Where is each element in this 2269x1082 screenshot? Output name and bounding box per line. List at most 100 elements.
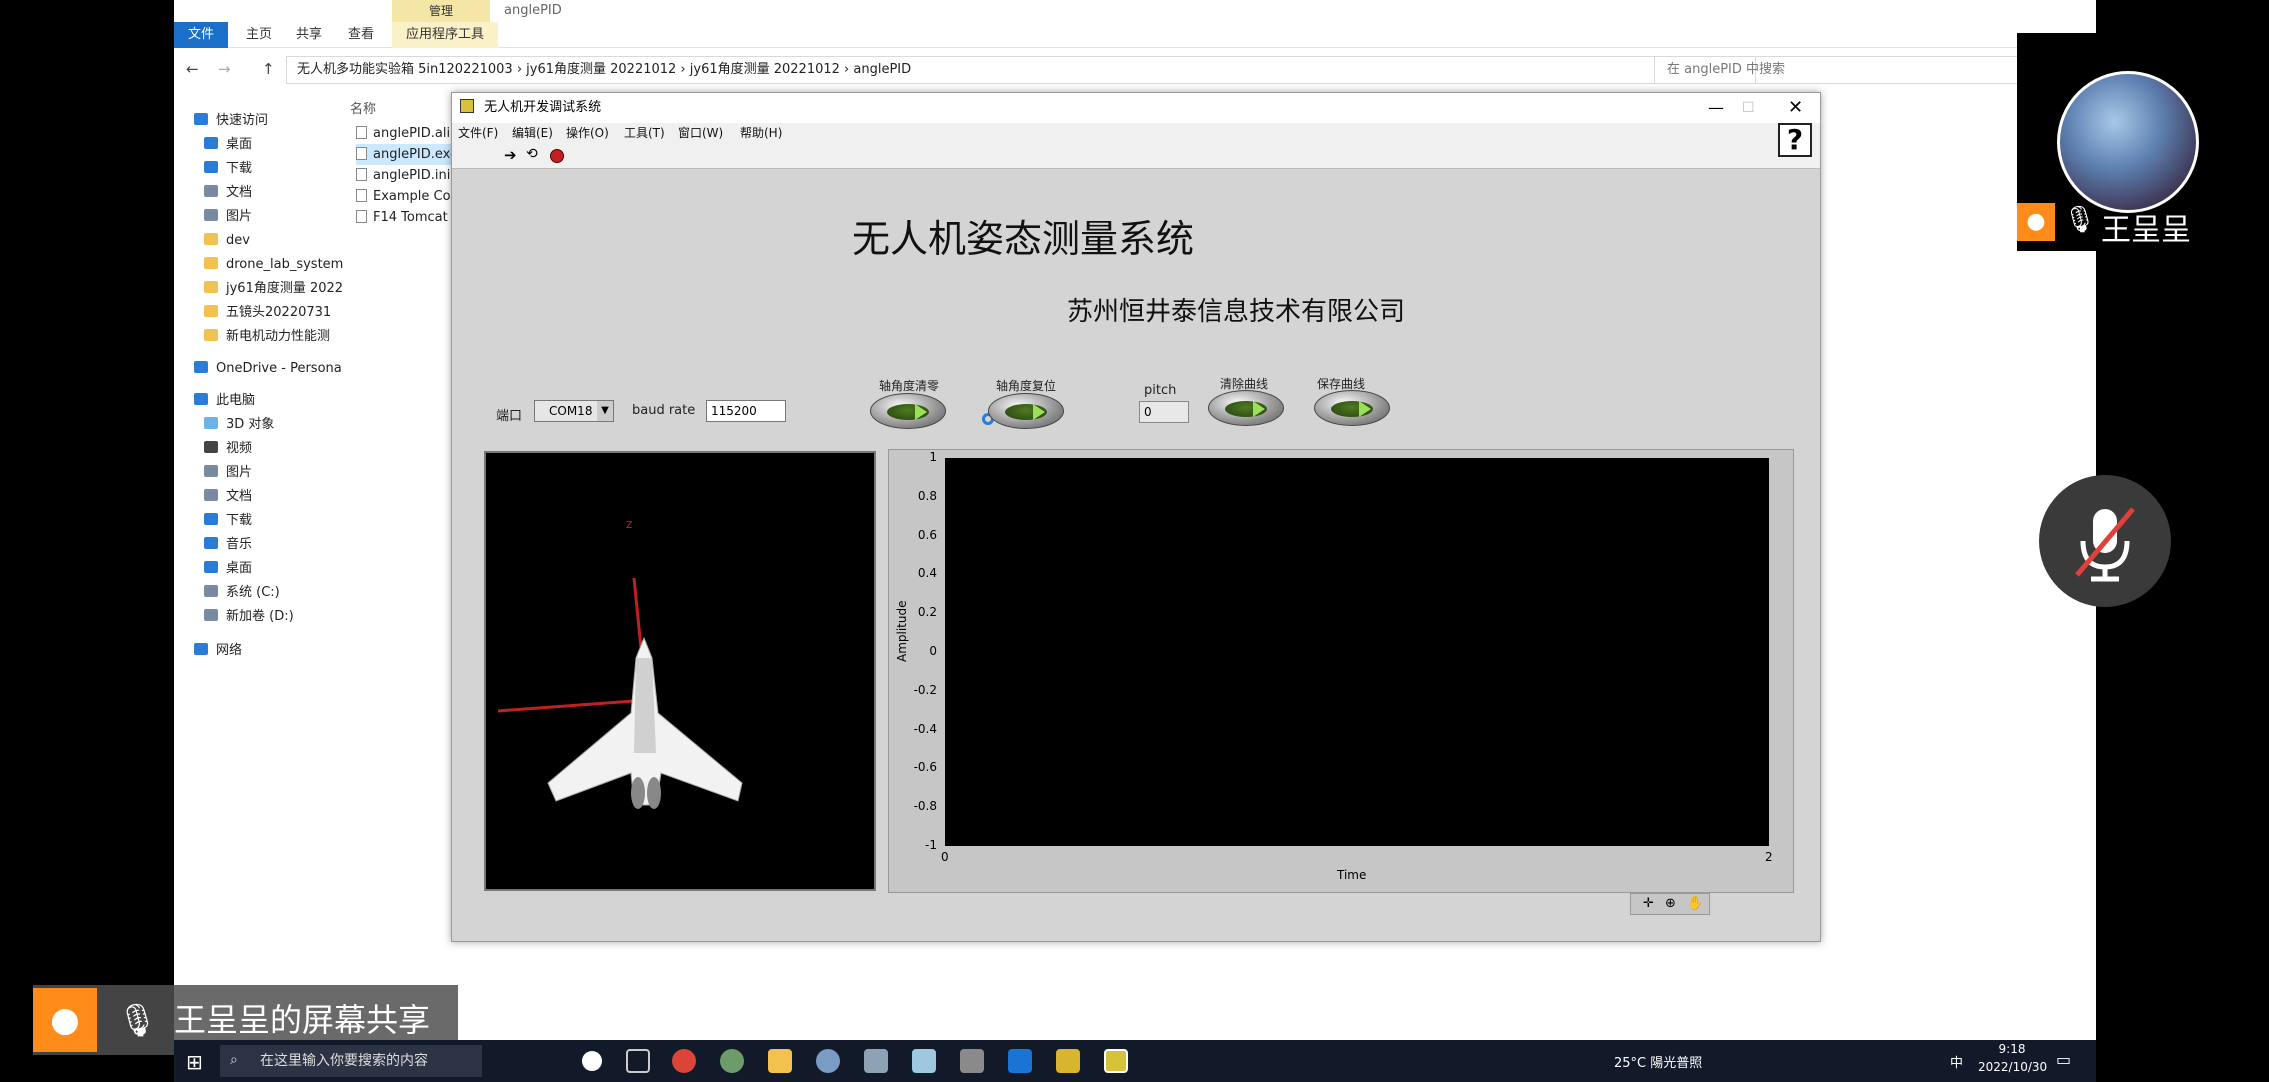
nav-item-label: drone_lab_system xyxy=(226,257,344,272)
nav-item[interactable]: 图片 xyxy=(204,462,252,484)
file-explorer-icon[interactable] xyxy=(768,1049,792,1073)
folder-icon xyxy=(204,585,218,597)
folder-title: anglePID xyxy=(504,3,562,18)
menu-window[interactable]: 窗口(W) xyxy=(678,123,723,143)
nav-item[interactable]: 系统 (C:) xyxy=(204,582,280,604)
zero-button[interactable] xyxy=(870,393,946,429)
menu-file[interactable]: 文件(F) xyxy=(458,123,498,143)
folder-icon xyxy=(204,209,218,221)
run-arrow-icon[interactable]: ➔ xyxy=(504,146,517,164)
chevron-down-icon[interactable]: ▼ xyxy=(597,401,613,421)
nav-item-label: 新电机动力性能测 xyxy=(226,329,331,344)
nav-item[interactable]: 五镜头20220731 xyxy=(204,302,331,324)
waveform-chart[interactable]: 1 0.8 0.6 0.4 0.2 0 -0.2 -0.4 -0.6 -0.8 -1 Amplitu… xyxy=(888,449,1794,893)
person-icon: ● xyxy=(2017,203,2055,241)
nav-item[interactable]: 文档 xyxy=(204,182,252,204)
run-continuous-icon[interactable]: ⟲ xyxy=(526,146,538,162)
y-tick-label: 0 xyxy=(929,644,937,658)
minimize-icon[interactable]: — xyxy=(1708,93,1724,123)
nav-item[interactable]: drone_lab_system xyxy=(204,254,343,276)
address-bar[interactable]: 无人机多功能实验箱 5in120221003 › jy61角度测量 202210… xyxy=(286,56,1756,84)
engine-left xyxy=(631,777,645,809)
clock-date[interactable]: 2022/10/30 xyxy=(1978,1060,2047,1074)
nav-item[interactable]: 图片 xyxy=(204,206,252,228)
nav-item[interactable]: 快速访问 xyxy=(194,110,268,132)
nav-item[interactable]: 桌面 xyxy=(204,558,252,580)
3d-aircraft-view[interactable]: z xyxy=(484,451,876,891)
reset-button[interactable] xyxy=(988,393,1064,429)
nav-item[interactable]: dev xyxy=(204,230,250,252)
calculator-icon[interactable] xyxy=(960,1049,984,1073)
nav-item[interactable]: 网络 xyxy=(194,640,242,662)
menu-help[interactable]: 帮助(H) xyxy=(740,123,782,143)
axis-x-line xyxy=(497,699,635,713)
file-item[interactable]: anglePID.exe xyxy=(356,144,458,165)
nav-item[interactable]: 下载 xyxy=(204,510,252,532)
up-icon[interactable]: ↑ xyxy=(262,60,275,78)
mute-mic-button[interactable] xyxy=(2039,475,2171,607)
y-tick-label: -0.2 xyxy=(913,682,937,697)
help-icon[interactable]: ? xyxy=(1778,123,1812,157)
nav-item[interactable]: 文档 xyxy=(204,486,252,508)
forward-icon[interactable]: → xyxy=(218,60,231,78)
folder-icon xyxy=(204,161,218,173)
labview-window-icon[interactable] xyxy=(1104,1049,1128,1073)
nav-item-label: 快速访问 xyxy=(216,113,269,128)
nav-item[interactable]: 3D 对象 xyxy=(204,414,274,436)
zoom-icon[interactable]: ⊕ xyxy=(1665,896,1676,911)
meeting-app-icon[interactable] xyxy=(1008,1049,1032,1073)
clock-time[interactable]: 9:18 xyxy=(1982,1042,2042,1056)
taskbar-search[interactable]: 在这里输入你要搜索的内容 xyxy=(220,1045,482,1077)
notification-icon[interactable]: ▭ xyxy=(2056,1050,2071,1069)
labview-icon[interactable] xyxy=(1056,1049,1080,1073)
nav-item[interactable]: 桌面 xyxy=(204,134,252,156)
menu-edit[interactable]: 编辑(E) xyxy=(512,123,553,143)
nav-item[interactable]: OneDrive - Persona xyxy=(194,358,342,380)
nav-item[interactable]: 此电脑 xyxy=(194,390,255,412)
file-item[interactable]: Example Conf xyxy=(356,186,463,207)
nav-item[interactable]: 新加卷 (D:) xyxy=(204,606,294,628)
file-item[interactable]: F14 Tomcat M xyxy=(356,207,463,228)
app-icon[interactable] xyxy=(816,1049,840,1073)
chrome-icon[interactable] xyxy=(672,1049,696,1073)
nav-item[interactable]: 视频 xyxy=(204,438,252,460)
nav-item[interactable]: 音乐 xyxy=(204,534,252,556)
manage-band[interactable]: 管理 xyxy=(392,0,490,22)
menu-operate[interactable]: 操作(O) xyxy=(566,123,609,143)
nav-item[interactable]: jy61角度测量 2022 xyxy=(204,278,343,300)
file-item[interactable]: anglePID.ini xyxy=(356,165,450,186)
pan-hand-icon[interactable]: ✋ xyxy=(1687,896,1703,911)
search-icon: ⌕ xyxy=(230,1052,238,1068)
address-row: ← → ↑ 无人机多功能实验箱 5in120221003 › jy61角度测量 … xyxy=(174,56,2096,84)
baud-input[interactable]: 115200 xyxy=(706,400,786,422)
tab-share[interactable]: 共享 xyxy=(282,22,336,48)
tab-file[interactable]: 文件 xyxy=(174,22,228,48)
clear-button[interactable] xyxy=(1208,390,1284,426)
maximize-icon[interactable]: ☐ xyxy=(1742,93,1755,123)
back-icon[interactable]: ← xyxy=(186,60,199,78)
app-icon[interactable] xyxy=(720,1049,744,1073)
camera-icon[interactable] xyxy=(864,1049,888,1073)
save-button[interactable] xyxy=(1314,390,1390,426)
tab-view[interactable]: 查看 xyxy=(334,22,388,48)
port-label: 端口 xyxy=(496,409,523,424)
tab-app-tools[interactable]: 应用程序工具 xyxy=(392,22,499,48)
windows-start-icon[interactable]: ⊞ xyxy=(186,1050,203,1074)
axis-label-z: z xyxy=(626,517,632,531)
notepad-icon[interactable] xyxy=(912,1049,936,1073)
cortana-icon[interactable] xyxy=(582,1051,602,1071)
port-select[interactable]: COM18 ▼ xyxy=(534,400,614,422)
weather-text[interactable]: 25°C 陽光普照 xyxy=(1614,1052,1702,1071)
task-view-icon[interactable] xyxy=(626,1049,650,1073)
ime-indicator[interactable]: 中 xyxy=(1950,1052,1963,1071)
close-icon[interactable]: ✕ xyxy=(1788,93,1803,123)
plot-area[interactable] xyxy=(945,458,1769,846)
nav-item[interactable]: 下载 xyxy=(204,158,252,180)
abort-icon[interactable] xyxy=(550,149,564,163)
tab-home[interactable]: 主页 xyxy=(232,22,286,48)
menu-tools[interactable]: 工具(T) xyxy=(624,123,665,143)
cursor-cross-icon[interactable]: ✛ xyxy=(1643,896,1654,911)
search-input[interactable]: 在 anglePID 中搜索 xyxy=(1654,56,2074,84)
nav-item[interactable]: 新电机动力性能测 xyxy=(204,326,330,348)
window-titlebar[interactable]: 无人机开发调试系统 — ☐ ✕ xyxy=(452,93,1820,123)
